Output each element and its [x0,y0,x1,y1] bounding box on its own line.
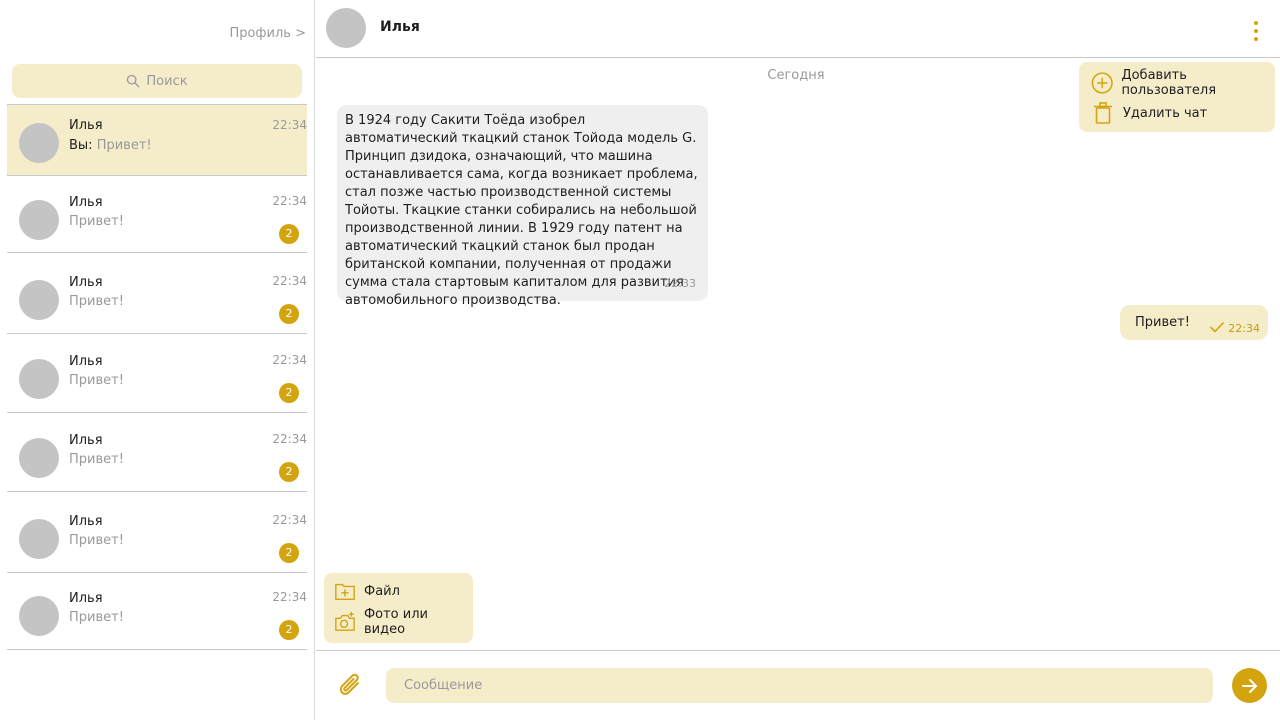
chat-time: 22:34 [272,118,307,132]
arrow-right-icon [1241,678,1257,693]
chat-preview: Привет! [69,533,124,548]
delete-chat-menu-item[interactable]: Удалить чат [1091,101,1207,125]
chat-list-item[interactable]: Илья 22:34 Привет! 2 [7,334,307,413]
chat-name: Илья [69,433,103,448]
chat-time: 22:34 [272,194,307,208]
avatar [19,438,59,478]
attach-file-label: Файл [364,583,400,599]
chat-name: Илья [69,354,103,369]
unread-badge: 2 [279,383,299,403]
trash-icon [1094,102,1112,124]
chat-preview: Привет! [69,452,124,467]
chat-time: 22:34 [272,353,307,367]
chat-list-item[interactable]: Илья 22:34 Привет! 2 [7,492,307,573]
chat-title[interactable]: Илья [380,19,420,35]
unread-badge: 2 [279,224,299,244]
chat-actions-menu: Добавить пользователя Удалить чат [1079,62,1275,132]
chat-name: Илья [69,195,103,210]
message-time: 22:33 [664,277,696,290]
chat-list-item[interactable]: Илья 22:34 Привет! 2 [7,253,307,334]
chat-name: Илья [69,514,103,529]
search-icon [127,74,140,88]
add-user-label: Добавить пользователя [1121,68,1217,98]
delete-chat-label: Удалить чат [1123,105,1208,121]
kebab-menu-icon[interactable] [1252,21,1260,41]
profile-link[interactable]: Профиль > [229,26,306,41]
chat-list-item[interactable]: Илья 22:34 Привет! 2 [7,176,307,253]
chat-preview: Привет! [69,610,124,625]
message-input[interactable] [386,668,1213,703]
chat-preview: Привет! [69,294,124,309]
message-text: В 1924 году Сакити Тоёда изобрел автомат… [345,113,698,308]
chat-list-item[interactable]: Илья 22:34 Привет! 2 [7,413,307,492]
paperclip-icon[interactable] [336,671,366,701]
chat-list: Илья 22:34 Вы: Привет! Илья 22:34 Привет… [7,104,307,650]
message-time: 22:34 [1228,322,1260,335]
chat-list-item[interactable]: Илья 22:34 Привет! 2 [7,573,307,650]
avatar [19,359,59,399]
sidebar: Профиль > Поиск Илья 22:34 Вы: Привет! И… [0,0,315,720]
avatar [19,200,59,240]
plus-circle-icon [1091,72,1113,94]
chat-preview: Привет! [69,214,124,229]
you-prefix: Вы: [69,138,93,153]
chat-time: 22:34 [272,432,307,446]
chat-preview-text: Привет! [96,138,152,153]
folder-plus-icon [335,583,355,600]
attach-menu: Файл Фото или видео [324,573,473,643]
chat-preview: Привет! [69,373,124,388]
avatar[interactable] [326,8,366,48]
chat-time: 22:34 [272,590,307,604]
attach-photo-label: Фото или видео [363,607,428,637]
chat-name: Илья [69,591,103,606]
outgoing-message: Привет! 22:34 [1120,305,1268,340]
chat-time: 22:34 [272,513,307,527]
avatar [19,519,59,559]
chat-name: Илья [69,275,103,290]
chat-time: 22:34 [272,274,307,288]
composer [316,650,1280,720]
incoming-message: В 1924 году Сакити Тоёда изобрел автомат… [337,105,708,308]
attach-photo-item[interactable]: Фото или видео [334,607,473,637]
search-placeholder: Поиск [146,73,188,89]
message-text: Привет! [1135,315,1190,330]
check-icon [1209,321,1225,333]
add-user-menu-item[interactable]: Добавить пользователя [1091,68,1275,98]
chat-preview: Вы: Привет! [69,138,152,153]
camera-plus-icon [335,611,355,631]
unread-badge: 2 [279,462,299,482]
chat-name: Илья [69,118,103,133]
avatar [19,123,59,163]
avatar [19,280,59,320]
avatar [19,596,59,636]
send-button[interactable] [1232,668,1267,703]
attach-file-item[interactable]: Файл [334,580,400,602]
chat-list-item[interactable]: Илья 22:34 Вы: Привет! [7,105,307,176]
chat-header: Илья [316,0,1280,58]
unread-badge: 2 [279,620,299,640]
messenger-app: Профиль > Поиск Илья 22:34 Вы: Привет! И… [0,0,1280,720]
unread-badge: 2 [279,543,299,563]
search-input[interactable]: Поиск [12,64,302,98]
unread-badge: 2 [279,304,299,324]
